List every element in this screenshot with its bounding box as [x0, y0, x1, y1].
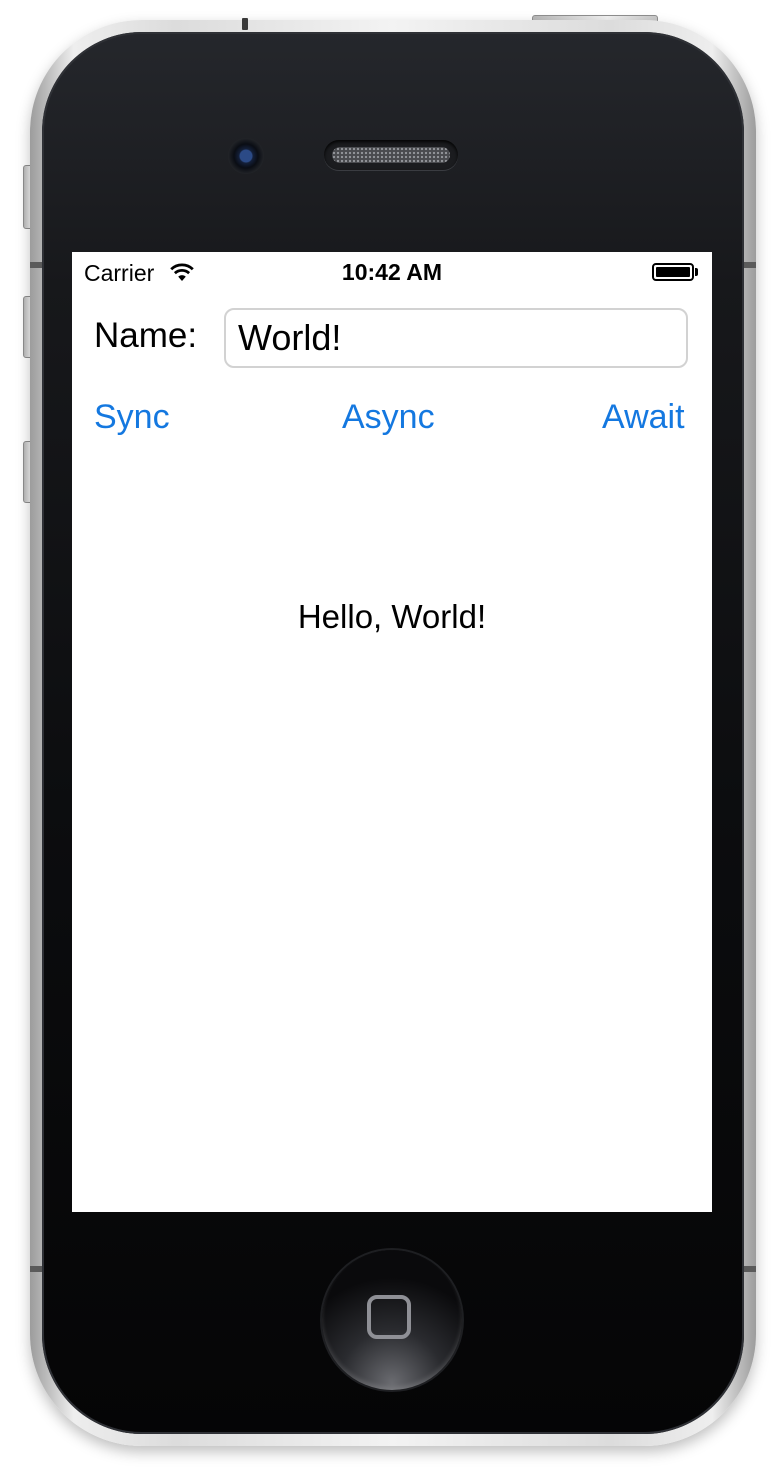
home-button[interactable]	[322, 1250, 462, 1390]
name-label: Name:	[94, 316, 198, 355]
status-time: 10:42 AM	[341, 259, 443, 285]
sync-button[interactable]: Sync	[94, 398, 170, 437]
battery-level	[656, 267, 690, 277]
earpiece-speaker	[324, 140, 458, 170]
front-camera	[228, 138, 264, 174]
status-bar: Carrier 10:42 AM	[72, 252, 712, 292]
await-button[interactable]: Await	[602, 398, 685, 437]
antenna-band	[742, 1266, 756, 1272]
home-square-icon	[367, 1295, 411, 1339]
greeting-output: Hello, World!	[297, 598, 487, 635]
battery-tip	[695, 268, 698, 276]
antenna-band	[742, 262, 756, 268]
name-input[interactable]	[224, 308, 688, 368]
async-button[interactable]: Async	[342, 398, 435, 437]
simulator-window: Carrier 10:42 AM Name: Sync Async Await …	[0, 0, 776, 1472]
app-screen: Carrier 10:42 AM Name: Sync Async Await …	[72, 252, 712, 1212]
speaker-grille	[332, 147, 450, 163]
battery-icon	[652, 263, 694, 281]
antenna-band	[242, 18, 248, 30]
